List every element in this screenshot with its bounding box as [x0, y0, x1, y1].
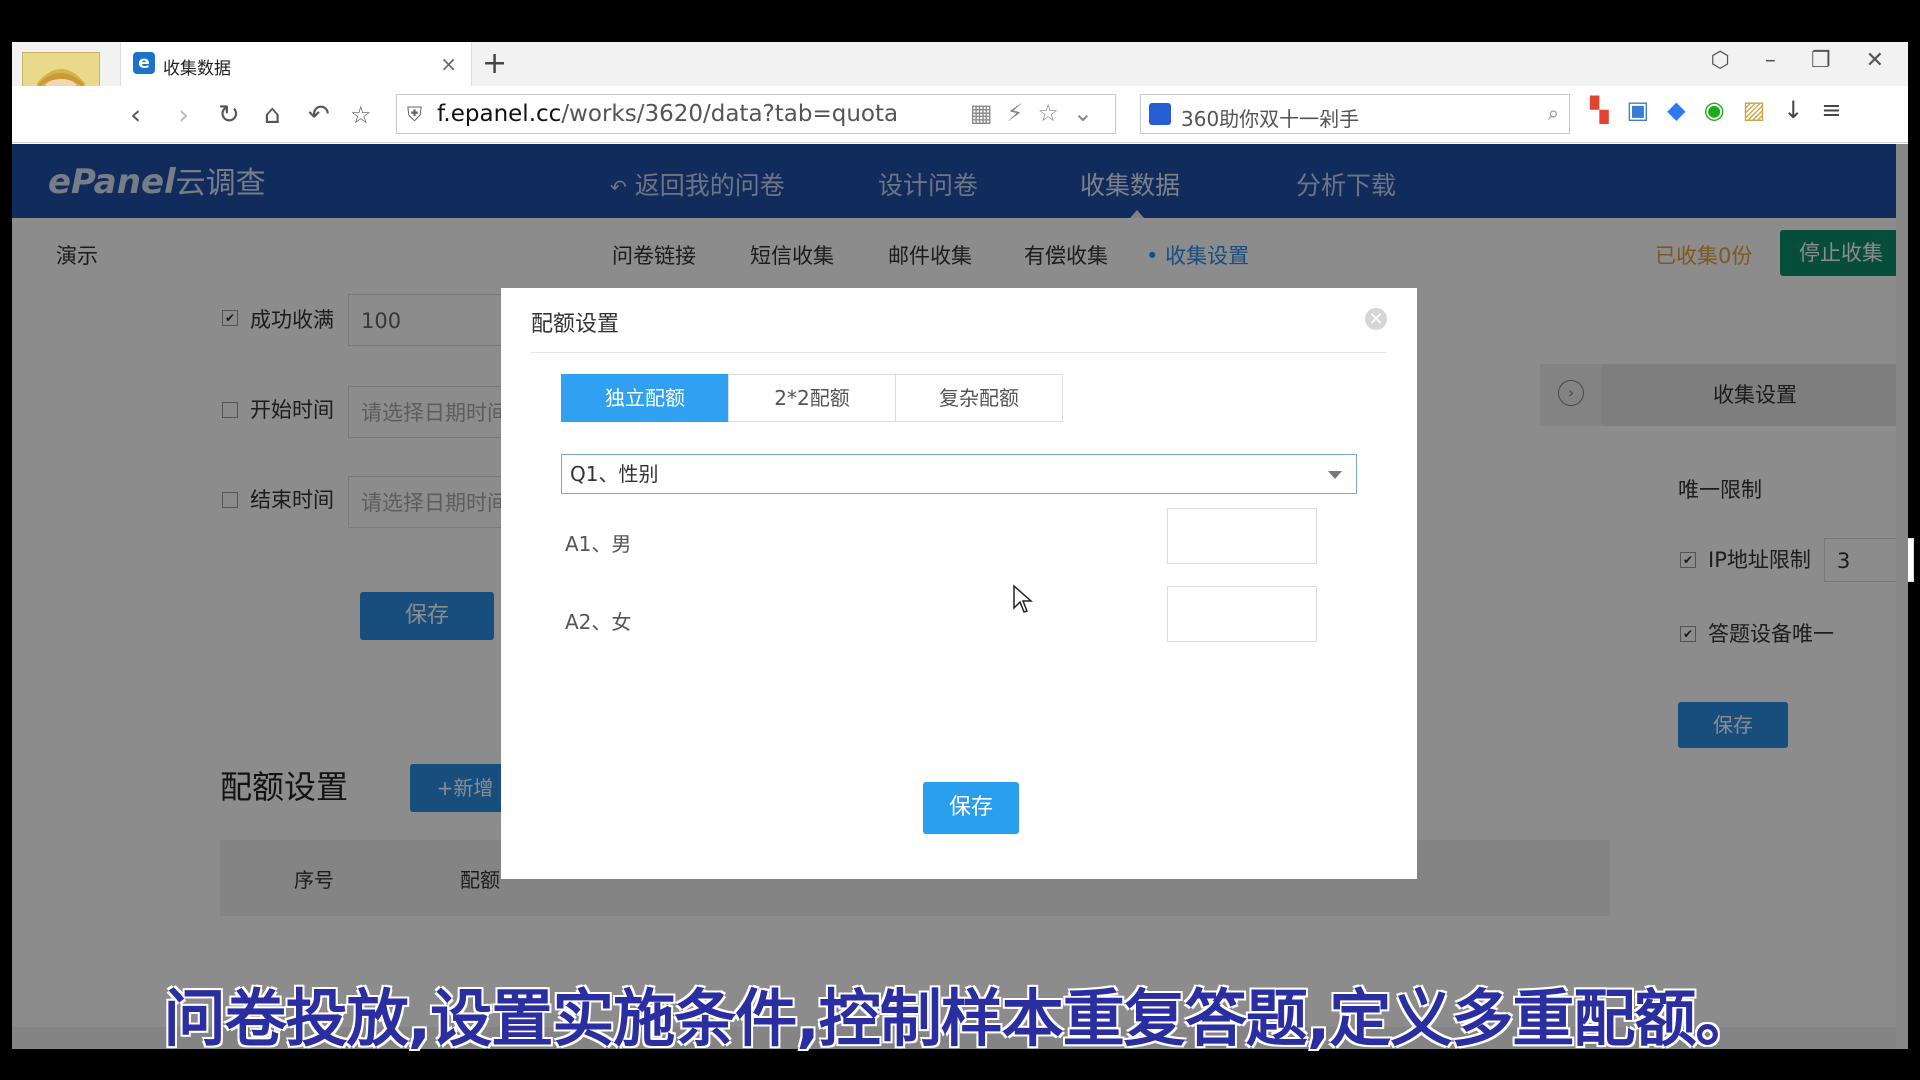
option-label-a1: A1、男 [565, 532, 632, 556]
tab-title: 收集数据 [163, 59, 231, 79]
address-bar[interactable]: ⛨ f.epanel.cc/works/3620/data?tab=quota … [396, 94, 1116, 134]
option-label-a2: A2、女 [565, 610, 632, 634]
browser-toolbar: ‹ › ↻ ⌂ ↶ ☆ ⛨ f.epanel.cc/works/3620/dat… [12, 86, 1908, 143]
image-icon[interactable]: ▨ [1743, 96, 1784, 124]
tab-bar: e 收集数据 × + ⬡ – ❐ ✕ [12, 42, 1908, 86]
close-icon[interactable]: × [1365, 308, 1387, 330]
tab-independent-quota[interactable]: 独立配额 [561, 374, 729, 422]
wechat-icon[interactable]: ◉ [1704, 96, 1743, 124]
blue-app-icon[interactable]: ◆ [1667, 96, 1703, 124]
forward-icon[interactable]: › [178, 98, 189, 131]
home-icon[interactable]: ⌂ [264, 100, 281, 130]
undo-close-icon[interactable]: ↶ [308, 100, 330, 130]
quota-settings-dialog: 配额设置 × 独立配额 2*2配额 复杂配额 Q1、性别 A1、男 A2、女 保… [501, 288, 1417, 879]
address-tools[interactable]: ▦⚡☆⌄ [970, 99, 1107, 127]
close-tab-icon[interactable]: × [440, 52, 457, 76]
option-quota-input-a1[interactable] [1167, 508, 1317, 564]
window-controls[interactable]: ⬡ – ❐ ✕ [1711, 48, 1898, 73]
dialog-save-button[interactable]: 保存 [923, 782, 1019, 834]
ie-logo-icon: e [133, 52, 155, 74]
browser-window: e 收集数据 × + ⬡ – ❐ ✕ ‹ › ↻ ⌂ ↶ ☆ ⛨ f.epane… [12, 42, 1914, 1049]
reload-icon[interactable]: ↻ [218, 100, 240, 130]
mouse-cursor-icon [1013, 584, 1033, 613]
menu-icon[interactable]: ≡ [1821, 96, 1859, 124]
question-select[interactable]: Q1、性别 [561, 454, 1357, 494]
favorite-star-icon[interactable]: ☆ [350, 101, 372, 129]
extensions-bar: ▚▣◆◉▨↓≡ [1590, 96, 1859, 124]
chevron-down-icon [1328, 471, 1342, 479]
dialog-divider [531, 352, 1387, 353]
browser-tab[interactable]: e 收集数据 × [120, 42, 472, 86]
url-text: f.epanel.cc/works/3620/data?tab=quota [437, 101, 899, 127]
new-tab-button[interactable]: + [482, 46, 507, 81]
search-box[interactable]: 🐾 360助你双十一剁手 ⌕ [1140, 94, 1570, 134]
option-quota-input-a2[interactable] [1167, 586, 1317, 642]
search-text: 360助你双十一剁手 [1181, 107, 1360, 131]
apps-grid-icon[interactable]: ▚ [1590, 96, 1626, 124]
back-icon[interactable]: ‹ [130, 98, 141, 131]
search-engine-icon: 🐾 [1149, 103, 1171, 125]
tab-complex-quota[interactable]: 复杂配额 [895, 374, 1063, 422]
screenshot-icon[interactable]: ▣ [1626, 96, 1667, 124]
dialog-title: 配额设置 [531, 312, 620, 337]
download-icon[interactable]: ↓ [1783, 96, 1821, 124]
search-icon[interactable]: ⌕ [1548, 101, 1559, 125]
question-select-value: Q1、性别 [570, 462, 659, 486]
video-caption: 问卷投放,设置实施条件,控制样本重复答题,定义多重配额。 [163, 982, 1758, 1055]
tab-2x2-quota[interactable]: 2*2配额 [728, 374, 896, 422]
security-shield-icon: ⛨ [407, 102, 422, 126]
